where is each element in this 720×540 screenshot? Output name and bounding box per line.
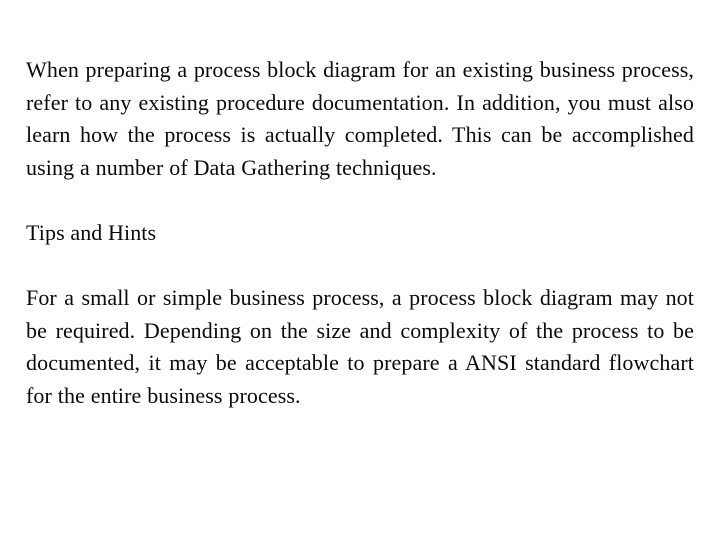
document-page: When preparing a process block diagram f… — [0, 0, 720, 540]
paragraph-process-block-diagram-guidance: When preparing a process block diagram f… — [26, 57, 694, 180]
paragraph-spacer-1 — [26, 184, 694, 217]
paragraph-spacer-2 — [26, 250, 694, 283]
heading-tips-and-hints: Tips and Hints — [26, 219, 157, 245]
document-text-body: When preparing a process block diagram f… — [26, 54, 694, 413]
paragraph-tips-and-hints-body: For a small or simple business process, … — [26, 285, 694, 408]
